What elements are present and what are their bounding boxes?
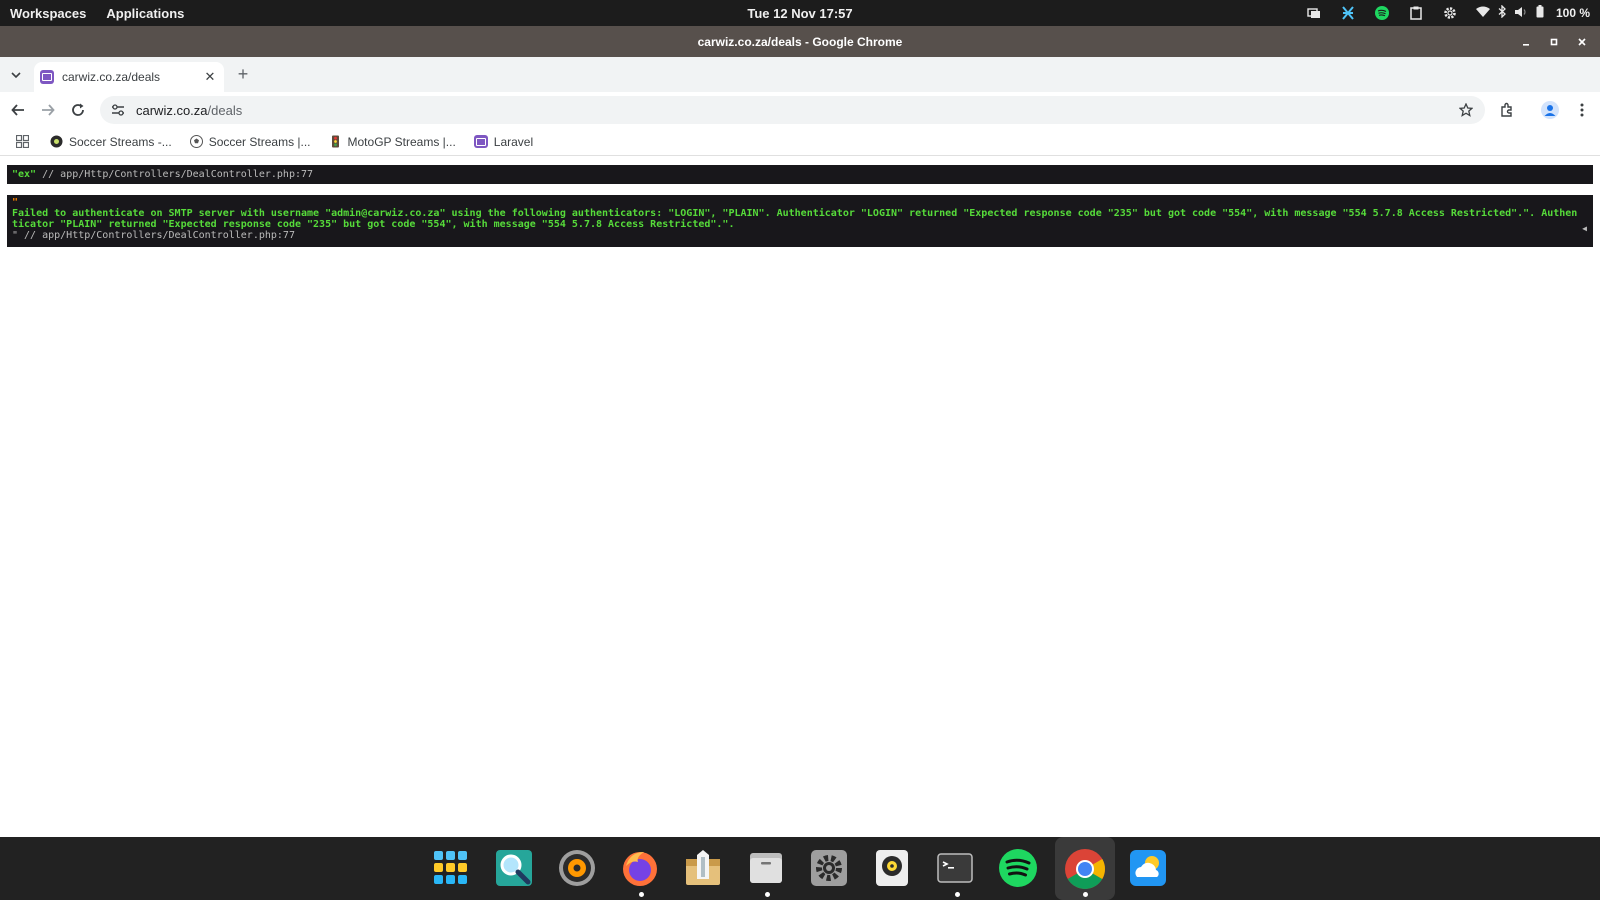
profile-avatar-icon[interactable] (1539, 99, 1561, 121)
files-icon[interactable] (742, 844, 790, 892)
audio-player-icon[interactable] (553, 844, 601, 892)
page-content: "ex" // app/Http/Controllers/DealControl… (0, 157, 1600, 837)
dump-open-quote: " (12, 197, 19, 208)
bookmark-soccer-streams-2[interactable]: Soccer Streams |... (189, 134, 311, 149)
system-tray: 100 % (1292, 0, 1590, 26)
x-app-icon[interactable] (1336, 0, 1360, 26)
dump-message-line-1: Failed to authenticate on SMTP server wi… (12, 208, 1578, 219)
archive-manager-icon[interactable] (679, 844, 727, 892)
settings-app-icon[interactable] (805, 844, 853, 892)
bookmark-label: Soccer Streams -... (69, 134, 172, 149)
dump-close-path: " // app/Http/Controllers/DealController… (12, 230, 295, 241)
terminal-icon[interactable] (931, 844, 979, 892)
new-tab-button[interactable]: + (234, 65, 252, 84)
url-host: carwiz.co.za (136, 102, 208, 118)
bluetooth-icon (1498, 4, 1506, 21)
tab-title: carwiz.co.za/deals (62, 70, 161, 84)
running-indicator (765, 892, 770, 897)
system-status-menu[interactable]: 100 % (1475, 4, 1590, 21)
tab-active[interactable]: carwiz.co.za/deals ✕ (34, 62, 224, 92)
bookmark-label: Laravel (493, 134, 534, 149)
laravel-favicon-icon (40, 70, 54, 84)
bookmarks-bar: Soccer Streams -... Soccer Streams |... … (0, 128, 1600, 156)
battery-icon (1536, 5, 1544, 21)
running-indicator (1083, 892, 1088, 897)
dump-source-path: // app/Http/Controllers/DealController.p… (36, 169, 314, 180)
applications-menu[interactable]: Applications (106, 6, 184, 21)
bookmark-laravel[interactable]: Laravel (473, 134, 534, 149)
apps-grid-icon[interactable] (12, 132, 32, 152)
dump-key: "ex" (12, 169, 37, 180)
tab-strip: carwiz.co.za/deals ✕ + (0, 57, 1600, 92)
system-top-bar: Workspaces Applications Tue 12 Nov 17:57 (0, 0, 1600, 26)
running-indicator (639, 892, 644, 897)
bookmark-star-icon[interactable] (1457, 101, 1475, 119)
reload-button[interactable] (67, 99, 89, 121)
url-path: /deals (207, 102, 243, 118)
back-button[interactable] (7, 99, 29, 121)
bookmark-label: MotoGP Streams |... (347, 134, 456, 149)
music-player-icon[interactable] (868, 844, 916, 892)
volume-icon (1514, 6, 1528, 21)
dock (0, 837, 1600, 900)
dump-collapse-toggle[interactable]: ◀ (1582, 224, 1587, 233)
tab-search-button[interactable] (6, 65, 26, 85)
close-tab-icon[interactable]: ✕ (202, 69, 218, 85)
laravel-favicon-icon (473, 135, 488, 148)
clock[interactable]: Tue 12 Nov 17:57 (747, 6, 852, 21)
extensions-icon[interactable] (1496, 99, 1518, 121)
running-indicator (955, 892, 960, 897)
site-settings-icon[interactable] (110, 102, 126, 118)
screen-share-icon[interactable] (1302, 0, 1326, 26)
minimize-button[interactable] (1514, 30, 1538, 54)
show-apps-icon[interactable] (427, 844, 475, 892)
spotify-tray-icon[interactable] (1370, 0, 1394, 26)
dump-message-line-2: ticator "PLAIN" returned "Expected respo… (12, 219, 735, 230)
search-app-icon[interactable] (490, 844, 538, 892)
soccer-ball-icon (189, 135, 203, 148)
dump-exception-message: " Failed to authenticate on SMTP server … (7, 195, 1593, 247)
firefox-icon[interactable] (616, 844, 664, 892)
bookmark-soccer-streams-1[interactable]: Soccer Streams -... (50, 135, 172, 149)
settings-tray-icon[interactable] (1438, 0, 1462, 26)
wifi-icon (1475, 6, 1490, 21)
window-title: carwiz.co.za/deals - Google Chrome (697, 34, 903, 49)
bookmark-label: Soccer Streams |... (208, 134, 311, 149)
motogp-icon (329, 135, 342, 148)
window-controls (1514, 26, 1594, 57)
clipboard-icon[interactable] (1404, 0, 1428, 26)
address-bar[interactable]: carwiz.co.za/deals (100, 96, 1485, 124)
maximize-button[interactable] (1542, 30, 1566, 54)
dump-key-line: "ex" // app/Http/Controllers/DealControl… (7, 165, 1593, 184)
chrome-icon[interactable] (1055, 837, 1115, 900)
browser-toolbar: carwiz.co.za/deals (0, 92, 1600, 128)
workspaces-button[interactable]: Workspaces (10, 6, 86, 21)
window-title-bar[interactable]: carwiz.co.za/deals - Google Chrome (0, 26, 1600, 57)
chrome-menu-icon[interactable] (1571, 99, 1593, 121)
battery-percentage: 100 % (1555, 6, 1590, 20)
close-window-button[interactable] (1570, 30, 1594, 54)
soccer-ball-icon (50, 135, 63, 148)
weather-icon[interactable] (1124, 844, 1172, 892)
forward-button[interactable] (37, 99, 59, 121)
bookmark-motogp-streams[interactable]: MotoGP Streams |... (329, 135, 456, 149)
top-bar-left: Workspaces Applications (0, 6, 184, 21)
spotify-icon[interactable] (994, 844, 1042, 892)
